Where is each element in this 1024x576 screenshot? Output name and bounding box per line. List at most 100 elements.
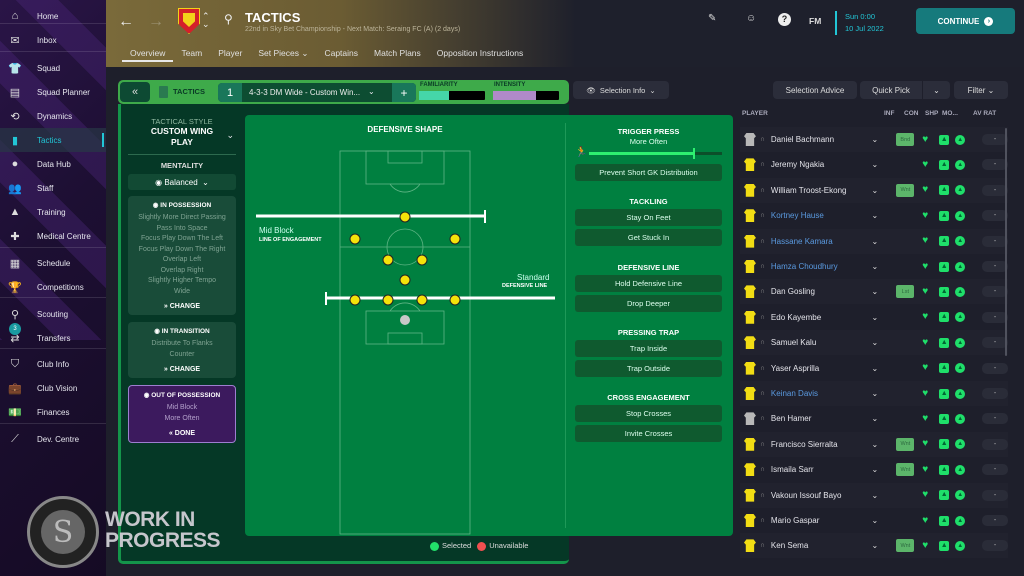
player-row[interactable]: ∩ Ismaila Sarr ⌄ Wnt ♥ ▲ ▲ -	[740, 457, 1009, 482]
chevron-down-icon[interactable]: ⌄	[871, 160, 885, 169]
hold-defensive-line-button[interactable]: Hold Defensive Line	[575, 275, 722, 292]
chevron-down-icon[interactable]: ⌄	[871, 135, 885, 144]
quick-pick-dropdown[interactable]: ⌄	[923, 81, 950, 99]
get-stuck-in-button[interactable]: Get Stuck In	[575, 229, 722, 246]
player-name[interactable]: Kortney Hause	[771, 211, 869, 220]
in-transition-card[interactable]: ◉ IN TRANSITION Distribute To Flanks Coun…	[128, 322, 236, 378]
player-marker[interactable]	[449, 233, 461, 245]
sidebar-item-home[interactable]: ⌂ Home	[0, 4, 106, 28]
sidebar-item-tactics[interactable]: ▮ Tactics	[0, 128, 106, 152]
player-name[interactable]: Dan Gosling	[771, 287, 869, 296]
chevron-down-icon[interactable]: ⌄	[871, 186, 885, 195]
player-name[interactable]: Mario Gaspar	[771, 516, 869, 525]
player-name[interactable]: Samuel Kalu	[771, 338, 869, 347]
sidebar-item-medical-centre[interactable]: ✚ Medical Centre	[0, 224, 106, 248]
continue-button[interactable]: CONTINUE ›	[916, 8, 1015, 34]
player-name[interactable]: Yaser Asprilla	[771, 364, 869, 373]
back-arrow-icon[interactable]: ←	[118, 13, 134, 31]
player-marker[interactable]	[449, 294, 461, 306]
out-of-possession-card[interactable]: ◉ OUT OF POSSESSION Mid Block More Often …	[128, 385, 236, 443]
col-av-rat[interactable]: AV RAT	[973, 110, 996, 117]
chevron-down-icon[interactable]: ⌄	[871, 237, 885, 246]
tab-match-plans[interactable]: Match Plans	[366, 48, 429, 62]
in-transition-change-button[interactable]: » CHANGE	[130, 366, 234, 373]
stop-crosses-button[interactable]: Stop Crosses	[575, 405, 722, 422]
prevent-short-gk-distribution-button[interactable]: Prevent Short GK Distribution	[575, 164, 722, 181]
player-row[interactable]: ∩ Francisco Sierralta ⌄ Wnt ♥ ▲ ▲ -	[740, 432, 1009, 457]
player-row[interactable]: ∩ Hassane Kamara ⌄ ♥ ▲ ▲ -	[740, 229, 1009, 254]
player-marker[interactable]	[399, 274, 411, 286]
sidebar-item-club-vision[interactable]: 💼 Club Vision	[0, 376, 106, 400]
stay-on-feet-button[interactable]: Stay On Feet	[575, 209, 722, 226]
manager-icon[interactable]: ☺	[746, 13, 756, 24]
tactic-selector[interactable]: 1 4-3-3 DM Wide - Custom Win... ⌄ +	[218, 83, 416, 102]
player-list-scrollbar[interactable]	[1005, 128, 1007, 356]
goalkeeper-marker[interactable]	[400, 315, 410, 325]
collapse-button[interactable]: «	[120, 82, 150, 102]
player-row[interactable]: ∩ Vakoun Issouf Bayo ⌄ ♥ ▲ ▲ -	[740, 483, 1009, 508]
player-row[interactable]: ∩ Hamza Choudhury ⌄ ♥ ▲ ▲ -	[740, 254, 1009, 279]
trap-outside-button[interactable]: Trap Outside	[575, 360, 722, 377]
player-row[interactable]: ∩ Yaser Asprilla ⌄ ♥ ▲ ▲ -	[740, 356, 1009, 381]
quick-pick-button[interactable]: Quick Pick	[860, 81, 922, 99]
player-row[interactable]: ∩ Jeremy Ngakia ⌄ ♥ ▲ ▲ -	[740, 152, 1009, 177]
player-row[interactable]: ∩ William Troost-Ekong ⌄ Wnt ♥ ▲ ▲ -	[740, 178, 1009, 203]
col-inf[interactable]: INF	[884, 110, 894, 117]
chevron-down-icon[interactable]: ⌄	[871, 516, 885, 525]
sidebar-item-dynamics[interactable]: ⟲ Dynamics	[0, 104, 106, 128]
tab-overview[interactable]: Overview	[122, 48, 174, 62]
player-name[interactable]: Ismaila Sarr	[771, 465, 869, 474]
search-icon[interactable]: ⚲	[224, 12, 233, 26]
chevron-down-icon[interactable]: ⌄	[871, 338, 885, 347]
mentality-dropdown[interactable]: ◉ Balanced ⌄	[128, 174, 236, 190]
player-row[interactable]: ∩ Dan Gosling ⌄ Lst ♥ ▲ ▲ -	[740, 279, 1009, 304]
drop-deeper-button[interactable]: Drop Deeper	[575, 295, 722, 312]
forward-arrow-icon[interactable]: →	[148, 13, 164, 31]
chevron-down-icon[interactable]: ⌄	[871, 287, 885, 296]
player-marker[interactable]	[416, 254, 428, 266]
player-name[interactable]: Ben Hamer	[771, 414, 869, 423]
sidebar-item-schedule[interactable]: ▦ Schedule	[0, 251, 106, 275]
add-tactic-button[interactable]: +	[392, 83, 416, 102]
chevron-down-icon[interactable]: ⌄	[871, 211, 885, 220]
selection-info-button[interactable]: 👁 Selection Info ⌄	[573, 81, 669, 99]
club-switch-icon[interactable]: ⌃ ⌄	[202, 12, 210, 29]
player-name[interactable]: Ken Sema	[771, 541, 869, 550]
chevron-down-icon[interactable]: ⌄	[368, 87, 375, 96]
player-row[interactable]: ∩ Mario Gaspar ⌄ ♥ ▲ ▲ -	[740, 508, 1009, 533]
player-name[interactable]: Francisco Sierralta	[771, 440, 869, 449]
sidebar-item-finances[interactable]: 💵 Finances	[0, 400, 106, 424]
player-row[interactable]: ∩ Kortney Hause ⌄ ♥ ▲ ▲ -	[740, 203, 1009, 228]
chevron-down-icon[interactable]: ⌄	[871, 262, 885, 271]
player-row[interactable]: ∩ Keinan Davis ⌄ ♥ ▲ ▲ -	[740, 381, 1009, 406]
tactic-slot[interactable]: 1	[218, 83, 242, 102]
player-name[interactable]: Hassane Kamara	[771, 237, 869, 246]
player-row[interactable]: ∩ Edo Kayembe ⌄ ♥ ▲ ▲ -	[740, 305, 1009, 330]
fm-menu[interactable]: FM	[809, 16, 821, 26]
sidebar-item-staff[interactable]: 👥 Staff	[0, 176, 106, 200]
trigger-press-slider[interactable]	[589, 152, 722, 155]
player-marker[interactable]	[399, 211, 411, 223]
chevron-down-icon[interactable]: ⌄	[871, 541, 885, 550]
player-row[interactable]: ∩ Ben Hamer ⌄ ♥ ▲ ▲ -	[740, 406, 1009, 431]
sidebar-item-dev-centre[interactable]: ⟋ Dev. Centre	[0, 427, 106, 451]
player-row[interactable]: ∩ Daniel Bachmann ⌄ Bnd ♥ ▲ ▲ -	[740, 127, 1009, 152]
player-name[interactable]: Hamza Choudhury	[771, 262, 869, 271]
col-player[interactable]: PLAYER	[742, 110, 768, 117]
chevron-down-icon[interactable]: ⌄	[871, 440, 885, 449]
trigger-press-slider-handle[interactable]	[692, 148, 695, 159]
sidebar-item-data-hub[interactable]: ● Data Hub	[0, 152, 106, 176]
chevron-down-icon[interactable]: ⌄	[871, 389, 885, 398]
player-name[interactable]: Vakoun Issouf Bayo	[771, 491, 869, 500]
sidebar-item-inbox[interactable]: ✉ Inbox	[0, 28, 106, 52]
player-marker[interactable]	[416, 294, 428, 306]
sidebar-item-competitions[interactable]: 🏆 Competitions	[0, 275, 106, 299]
sidebar-item-transfers[interactable]: ⇄ Transfers 3	[0, 323, 106, 350]
selection-advice-button[interactable]: Selection Advice	[773, 81, 857, 99]
chevron-down-icon[interactable]: ⌄	[871, 313, 885, 322]
trap-inside-button[interactable]: Trap Inside	[575, 340, 722, 357]
tactical-style-value[interactable]: CUSTOM WING PLAY	[128, 126, 236, 148]
chevron-down-icon[interactable]: ⌄	[871, 364, 885, 373]
chevron-down-icon[interactable]: ⌄	[871, 491, 885, 500]
invite-crosses-button[interactable]: Invite Crosses	[575, 425, 722, 442]
